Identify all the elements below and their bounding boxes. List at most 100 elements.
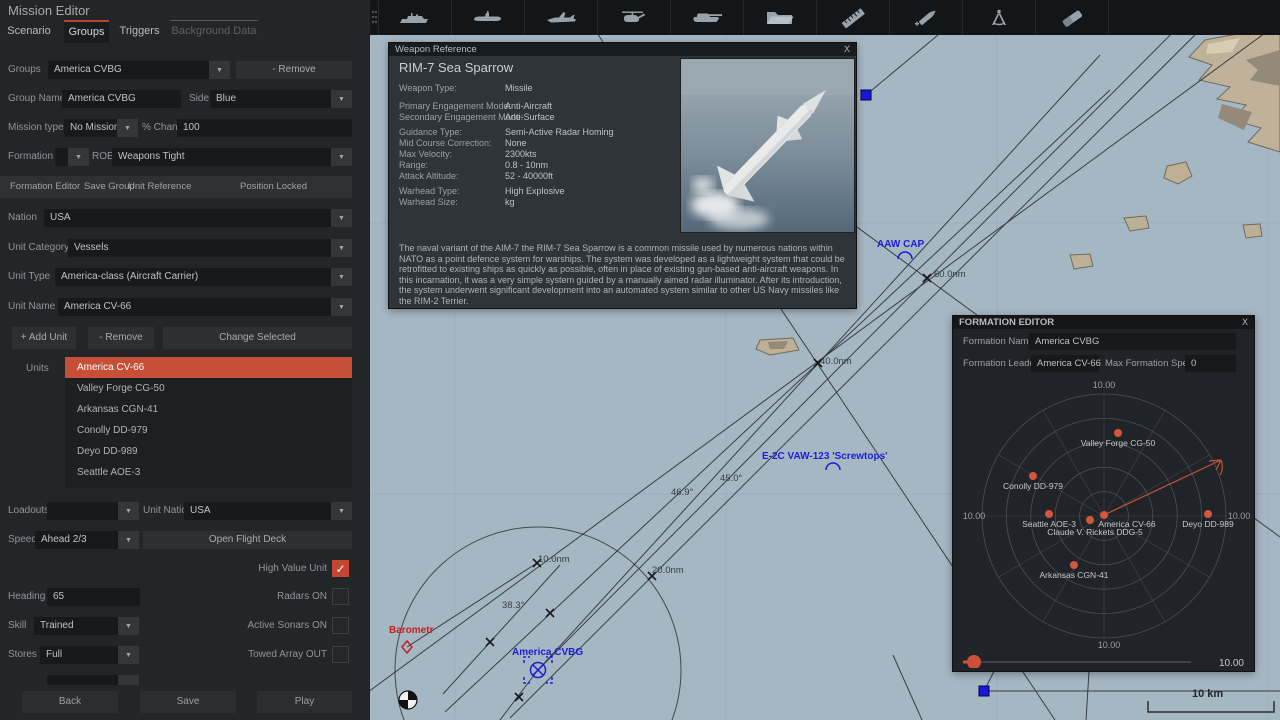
toolbar-aircraft-button[interactable] bbox=[525, 0, 598, 35]
tab-scenario[interactable]: Scenario bbox=[0, 20, 58, 43]
back-button[interactable]: Back bbox=[22, 691, 118, 713]
map-unit-symbol-group[interactable] bbox=[523, 656, 553, 684]
tab-groups[interactable]: Groups bbox=[64, 20, 109, 43]
map-unit-label: AAW CAP bbox=[877, 239, 925, 250]
tab-background-data[interactable]: Background Data bbox=[170, 20, 258, 43]
toolbar-helicopter-button[interactable] bbox=[598, 0, 671, 35]
skill-dropdown[interactable]: ▼ bbox=[118, 617, 139, 635]
roe-dropdown[interactable]: ▼ bbox=[331, 148, 352, 166]
unit-category-dropdown[interactable]: ▼ bbox=[331, 239, 352, 257]
toolbar-compass-button[interactable] bbox=[963, 0, 1036, 35]
side-dropdown[interactable]: ▼ bbox=[331, 90, 352, 108]
unit-list-item[interactable]: Claude V. Rickets DDG-5 bbox=[65, 483, 352, 488]
checkbox-towed-array-out[interactable] bbox=[332, 646, 349, 663]
formation-unit-dot[interactable] bbox=[1029, 472, 1037, 480]
play-button[interactable]: Play bbox=[257, 691, 352, 713]
unit-list-item[interactable]: Conolly DD-979 bbox=[65, 420, 352, 441]
formation-unit-dot[interactable] bbox=[1070, 561, 1078, 569]
unit-name-label: Unit Name bbox=[8, 301, 56, 312]
nation-field[interactable]: USA bbox=[44, 209, 331, 227]
remove-group-button[interactable]: - Remove bbox=[236, 61, 352, 79]
loadouts-field[interactable] bbox=[47, 502, 118, 520]
toolbar-ruler-button[interactable] bbox=[817, 0, 890, 35]
checkbox-high-value-unit[interactable]: ✓ bbox=[332, 560, 349, 577]
groups-dropdown[interactable]: ▼ bbox=[209, 61, 230, 79]
side-field[interactable]: Blue bbox=[210, 90, 331, 108]
formation-field[interactable] bbox=[55, 148, 68, 166]
bar-item-position-locked[interactable]: Position Locked bbox=[240, 176, 307, 198]
formation-scale-slider[interactable] bbox=[967, 655, 981, 668]
save-button[interactable]: Save bbox=[140, 691, 236, 713]
formation-name-field[interactable]: America CVBG bbox=[1029, 333, 1236, 350]
formation-window-title: FORMATION EDITOR bbox=[953, 316, 1254, 329]
checkbox-active-sonars-on[interactable] bbox=[332, 617, 349, 634]
formation-unit-dot[interactable] bbox=[1045, 510, 1053, 518]
add-unit-button[interactable]: + Add Unit bbox=[12, 327, 76, 349]
formation-radar[interactable]: 10.00 10.00 10.00 10.00 Valley Forge CG-50 Co… bbox=[953, 378, 1254, 668]
map-unit-symbol-arc[interactable] bbox=[825, 462, 841, 471]
group-name-field[interactable]: America CVBG bbox=[62, 90, 181, 108]
clipped-field[interactable] bbox=[47, 675, 118, 685]
formation-leader-field[interactable]: America CV-66 bbox=[1031, 355, 1101, 372]
mission-type-field[interactable]: No Mission bbox=[64, 119, 117, 137]
nation-dropdown[interactable]: ▼ bbox=[331, 209, 352, 227]
formation-dropdown[interactable]: ▼ bbox=[68, 148, 89, 166]
checkbox-radars-on[interactable] bbox=[332, 588, 349, 605]
open-flight-deck-button[interactable]: Open Flight Deck bbox=[143, 531, 352, 549]
formation-unit-dot[interactable] bbox=[1086, 516, 1094, 524]
formation-slider-value: 10.00 bbox=[1219, 658, 1244, 668]
unit-name-field[interactable]: America CV-66 bbox=[58, 298, 331, 316]
map-unit-symbol-arc[interactable] bbox=[897, 251, 913, 260]
change-selected-button[interactable]: Change Selected bbox=[163, 327, 352, 349]
unit-type-field[interactable]: America-class (Aircraft Carrier) bbox=[55, 268, 331, 286]
speed-dropdown[interactable]: ▼ bbox=[118, 531, 139, 549]
spec-value: Anti-Surface bbox=[505, 112, 555, 122]
unit-category-field[interactable]: Vessels bbox=[68, 239, 331, 257]
roe-field[interactable]: Weapons Tight bbox=[112, 148, 331, 166]
unit-list-item[interactable]: America CV-66 bbox=[65, 357, 352, 378]
unit-placement-toolbar bbox=[370, 0, 1280, 35]
unit-list-item[interactable]: Seattle AOE-3 bbox=[65, 462, 352, 483]
remove-unit-button[interactable]: - Remove bbox=[88, 327, 154, 349]
chance-field[interactable]: 100 bbox=[177, 119, 352, 137]
toolbar-grip[interactable] bbox=[370, 0, 379, 35]
formation-leader-label: Formation Leader bbox=[963, 358, 1038, 369]
loadouts-dropdown[interactable]: ▼ bbox=[118, 502, 139, 520]
toolbar-folder-button[interactable] bbox=[744, 0, 817, 35]
spec-value: 2300kts bbox=[505, 149, 537, 159]
unit-name-dropdown[interactable]: ▼ bbox=[331, 298, 352, 316]
groups-field[interactable]: America CVBG bbox=[48, 61, 209, 79]
origin-marker-icon bbox=[398, 690, 418, 710]
unit-nation-dropdown[interactable]: ▼ bbox=[331, 502, 352, 520]
unit-list-item[interactable]: Valley Forge CG-50 bbox=[65, 378, 352, 399]
pencil-icon bbox=[915, 10, 936, 26]
toolbar-tank-button[interactable] bbox=[671, 0, 744, 35]
clipped-dropdown[interactable] bbox=[118, 675, 139, 685]
toolbar-warship-button[interactable] bbox=[379, 0, 452, 35]
formation-unit-dot[interactable] bbox=[1100, 511, 1108, 519]
map-measurement-label: 60.0nm bbox=[934, 269, 966, 280]
toolbar-eraser-button[interactable] bbox=[1036, 0, 1109, 35]
speed-field[interactable]: Ahead 2/3 bbox=[35, 531, 118, 549]
skill-field[interactable]: Trained bbox=[34, 617, 118, 635]
formation-window-close-icon[interactable]: X bbox=[1239, 316, 1251, 329]
waypoint-x-mark[interactable] bbox=[485, 637, 495, 647]
unit-list-item[interactable]: Arkansas CGN-41 bbox=[65, 399, 352, 420]
heading-field[interactable]: 65 bbox=[47, 588, 140, 606]
stores-field[interactable]: Full bbox=[40, 646, 118, 664]
waypoint-x-mark[interactable] bbox=[545, 608, 555, 618]
unit-list-item[interactable]: Deyo DD-989 bbox=[65, 441, 352, 462]
max-formation-speed-field[interactable]: 0 bbox=[1185, 355, 1236, 372]
mission-type-dropdown[interactable]: ▼ bbox=[117, 119, 138, 137]
stores-dropdown[interactable]: ▼ bbox=[118, 646, 139, 664]
formation-unit-dot[interactable] bbox=[1114, 429, 1122, 437]
bar-item-formation-editor[interactable]: Formation Editor bbox=[10, 176, 80, 198]
weapon-window-close-icon[interactable]: X bbox=[841, 43, 853, 56]
tab-triggers[interactable]: Triggers bbox=[115, 20, 164, 43]
formation-unit-dot[interactable] bbox=[1204, 510, 1212, 518]
unit-nation-field[interactable]: USA bbox=[184, 502, 331, 520]
toolbar-pencil-button[interactable] bbox=[890, 0, 963, 35]
bar-item-unit-reference[interactable]: Unit Reference bbox=[128, 176, 191, 198]
toolbar-submarine-button[interactable] bbox=[452, 0, 525, 35]
unit-type-dropdown[interactable]: ▼ bbox=[331, 268, 352, 286]
